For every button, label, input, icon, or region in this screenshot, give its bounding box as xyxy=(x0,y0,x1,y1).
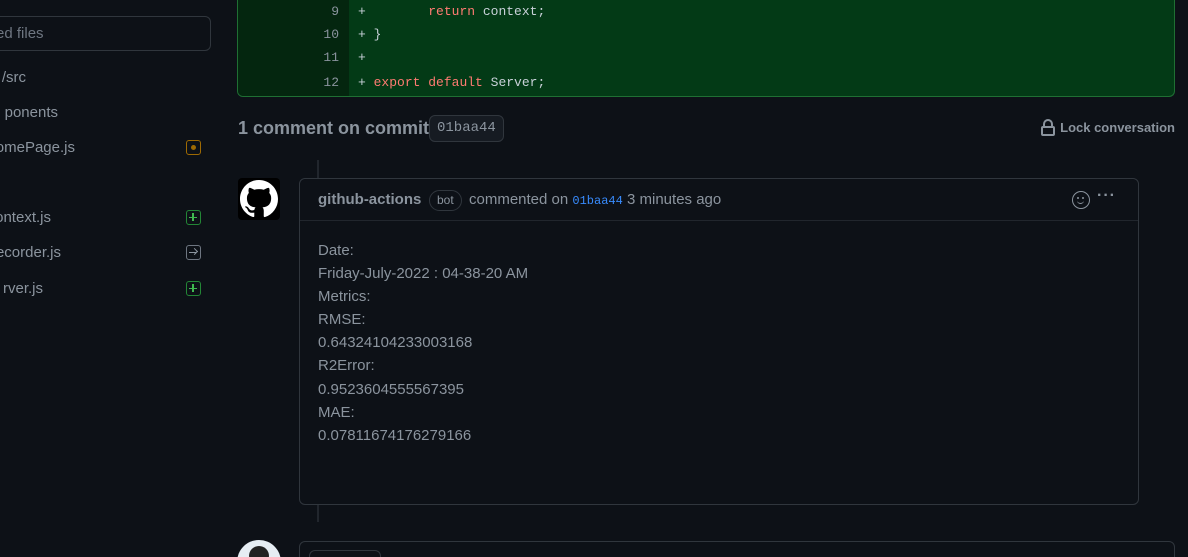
lock-icon xyxy=(1041,119,1056,136)
tree-item-label: ponents xyxy=(4,104,58,121)
author-avatar[interactable] xyxy=(238,178,280,220)
comment-sha-link[interactable]: 01baa44 xyxy=(572,194,622,208)
line-number[interactable]: 12 xyxy=(238,71,339,94)
comment-author-link[interactable]: github-actions xyxy=(318,191,421,208)
tree-item-label: ecorder.js xyxy=(0,244,61,261)
diff-prefix: + xyxy=(358,4,366,19)
comment-body-line: 0.07811674176279166 xyxy=(318,426,472,444)
diff-prefix: + xyxy=(358,75,366,90)
tree-item-label: rver.js xyxy=(2,280,43,297)
file-modified-icon xyxy=(186,140,201,155)
diff-line: 11 + xyxy=(238,46,1174,69)
diff-block: 9 + return context; 10 + } 11 + 12 + exp… xyxy=(237,0,1175,97)
comment-body-line: 0.64324104233003168 xyxy=(318,334,473,352)
code-text: + return context; xyxy=(358,0,545,23)
filter-changed-files-input[interactable] xyxy=(0,16,211,51)
tree-item-label: omePage.js xyxy=(0,139,75,156)
comment-body-line: Friday-July-2022 : 04-38-20 AM xyxy=(318,265,529,283)
file-added-icon xyxy=(186,281,201,296)
tree-item-label: ontext.js xyxy=(0,209,51,226)
comment-time[interactable]: 3 minutes ago xyxy=(627,191,721,208)
comment-meta: commented on 01baa44 3 minutes ago xyxy=(469,191,721,208)
comments-heading: 1 comment on commit xyxy=(238,118,430,138)
diff-line: 10 + } xyxy=(238,23,1174,46)
file-tree-sidebar: /src ponents omePage.js ontext.js ecorde… xyxy=(0,0,222,557)
comment-body-line: Date: xyxy=(318,242,354,259)
line-number[interactable]: 11 xyxy=(238,46,339,69)
code-rest: } xyxy=(373,27,382,42)
tree-item-recorder[interactable]: ecorder.js xyxy=(0,241,61,265)
timeline-line xyxy=(317,505,319,522)
code-text: + } xyxy=(358,23,381,46)
comment-action-text: commented on xyxy=(469,191,569,208)
tree-item-context[interactable]: ontext.js xyxy=(0,206,51,230)
tree-item-label: /src xyxy=(1,69,26,86)
tree-item-src[interactable]: /src xyxy=(0,66,26,90)
code-keyword: export default xyxy=(373,75,483,90)
lock-conversation-button[interactable]: Lock conversation xyxy=(1041,119,1175,136)
code-keyword: return xyxy=(428,4,476,19)
comment-body-line: Metrics: xyxy=(318,288,371,306)
comment-body-line: R2Error: xyxy=(318,357,375,375)
smiley-icon[interactable] xyxy=(1072,191,1090,209)
bot-badge: bot xyxy=(429,190,462,211)
comment-body-line: 0.9523604555567395 xyxy=(318,380,464,398)
diff-prefix: + xyxy=(358,27,366,42)
code-rest: Server; xyxy=(482,75,546,90)
tree-item-homepage[interactable]: omePage.js xyxy=(0,136,75,160)
line-number[interactable]: 9 xyxy=(238,0,339,23)
tree-item-server[interactable]: rver.js xyxy=(0,277,43,301)
comment-body-line: MAE: xyxy=(318,403,355,421)
line-number[interactable]: 10 xyxy=(238,23,339,46)
file-added-icon xyxy=(186,210,201,225)
code-text: + xyxy=(358,46,366,69)
code-text: + export default Server; xyxy=(358,71,545,94)
diff-line: 9 + return context; xyxy=(238,0,1174,23)
timeline-line xyxy=(317,160,319,178)
commit-sha-chip[interactable]: 01baa44 xyxy=(429,115,504,142)
code-rest: context; xyxy=(475,4,546,19)
comment-body-line: RMSE: xyxy=(318,311,366,329)
comment-card: github-actions bot commented on 01baa44 … xyxy=(299,178,1139,505)
new-comment-box xyxy=(299,541,1175,557)
user-avatar[interactable] xyxy=(237,540,281,557)
lock-conversation-label: Lock conversation xyxy=(1060,120,1175,135)
diff-prefix: + xyxy=(358,50,366,65)
file-renamed-icon xyxy=(186,245,201,260)
comment-header: github-actions bot commented on 01baa44 … xyxy=(300,179,1138,221)
write-tab[interactable] xyxy=(309,550,381,557)
comment-body: Date: Friday-July-2022 : 04-38-20 AM Met… xyxy=(318,239,528,447)
github-mark-icon xyxy=(240,180,278,218)
tree-item-components[interactable]: ponents xyxy=(0,101,58,125)
diff-line: 12 + export default Server; xyxy=(238,71,1174,94)
kebab-menu-icon[interactable]: ··· xyxy=(1097,187,1116,205)
